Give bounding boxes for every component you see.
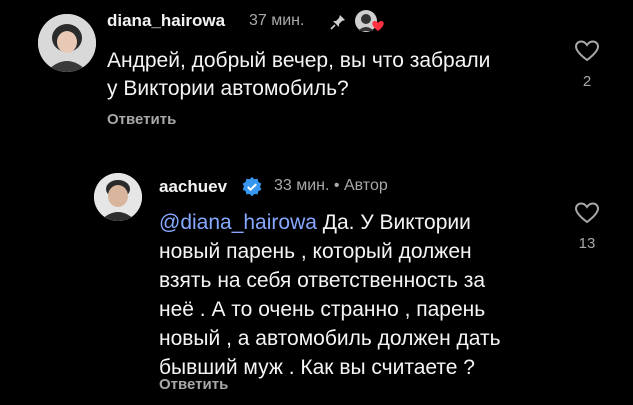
avatar-photo xyxy=(38,14,96,72)
comment-text-line: новый , а автомобиль должен дать xyxy=(159,327,501,350)
comment-time: 33 мин. • Автор xyxy=(274,177,388,195)
comment-username[interactable]: aachuev xyxy=(159,177,227,197)
comment-text-span: Да. У Виктории xyxy=(316,211,471,234)
comment-text-line: новый парень , который должен xyxy=(159,240,472,263)
comment-aachuev: aachuev 33 мин. • Автор @diana_hairowa Д… xyxy=(0,160,633,405)
comment-time: 37 мин. xyxy=(249,12,305,29)
verified-badge-icon xyxy=(241,176,263,203)
like-count: 13 xyxy=(578,235,596,252)
comment-text-line: Андрей, добрый вечер, вы что забрали xyxy=(107,49,491,72)
comment-text-line: у Виктории автомобиль? xyxy=(107,77,349,100)
reply-button[interactable]: Ответить xyxy=(107,111,176,128)
comment-text: @diana_hairowa Да. У Виктории новый паре… xyxy=(159,208,501,382)
reply-button[interactable]: Ответить xyxy=(159,376,228,393)
pin-icon xyxy=(329,13,347,36)
comment-text-line: неё . А то очень странно , парень xyxy=(159,298,486,321)
author-heart-avatar xyxy=(354,9,386,35)
mention-link[interactable]: @diana_hairowa xyxy=(159,211,317,234)
like-button[interactable]: 13 xyxy=(570,202,604,252)
comment-username[interactable]: diana_hairowa xyxy=(107,11,225,31)
meta-separator: • xyxy=(333,177,344,194)
avatar[interactable] xyxy=(38,14,96,72)
comment-text: Андрей, добрый вечер, вы что забрали у В… xyxy=(107,47,490,103)
comment-diana: diana_hairowa 37 мин. Андрей, добрый веч… xyxy=(0,0,633,145)
comment-time-value: 33 мин. xyxy=(274,177,330,194)
author-badge: Автор xyxy=(343,177,388,194)
comment-text-line: взять на себя ответственность за xyxy=(159,269,486,292)
avatar[interactable] xyxy=(94,173,142,221)
heart-icon[interactable] xyxy=(574,202,600,224)
heart-icon[interactable] xyxy=(574,40,600,62)
comment-text-line: @diana_hairowa Да. У Виктории xyxy=(159,208,501,237)
like-count: 2 xyxy=(582,73,592,90)
like-button[interactable]: 2 xyxy=(570,40,604,90)
avatar-photo xyxy=(94,173,142,221)
